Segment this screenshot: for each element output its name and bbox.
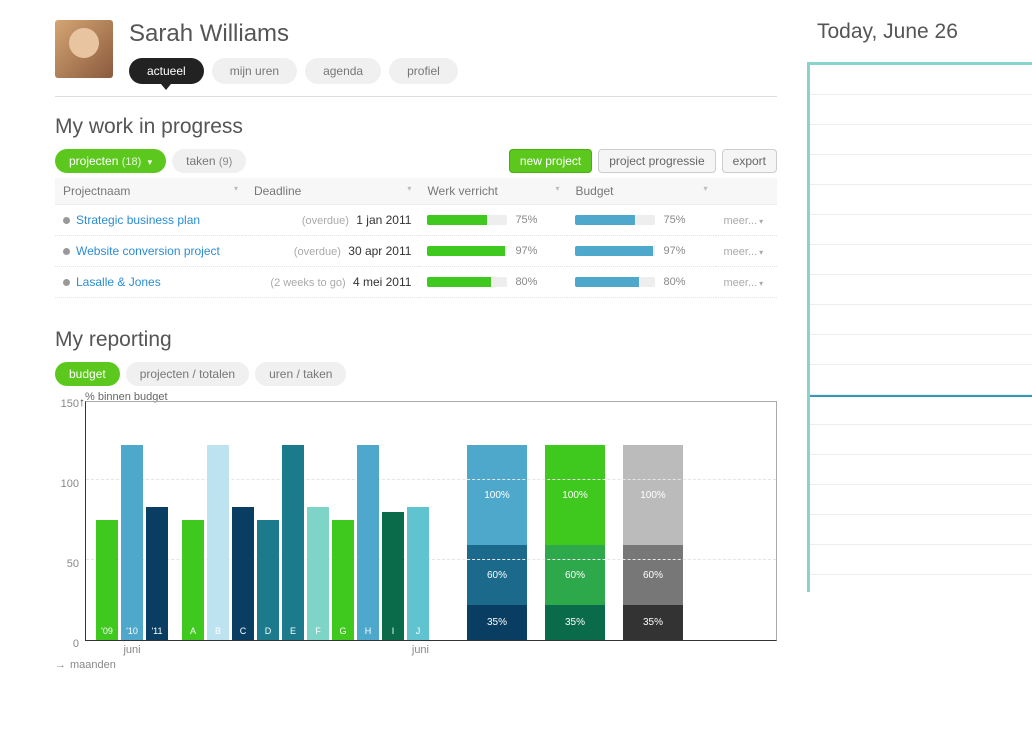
status-dot (63, 279, 70, 286)
table-row: Website conversion project(overdue) 30 a… (55, 236, 777, 267)
btn-export[interactable]: export (722, 149, 777, 173)
x-axis-label: →maanden (55, 659, 777, 671)
stacked-bar: 100%60%35% (467, 445, 527, 640)
calendar-row[interactable] (810, 275, 1032, 305)
report-pill-budget[interactable]: budget (55, 362, 120, 386)
col-Deadline[interactable]: Deadline ▾ (246, 178, 419, 205)
projects-table: Projectnaam ▾Deadline ▾Werk verricht ▾Bu… (55, 178, 777, 298)
calendar[interactable] (807, 62, 1032, 592)
more-link[interactable]: meer...▾ (724, 215, 764, 227)
avatar[interactable] (55, 20, 113, 78)
pill-taken[interactable]: taken (9) (172, 149, 246, 173)
stacked-bar: 100%60%35% (623, 445, 683, 640)
calendar-row[interactable] (810, 155, 1032, 185)
btn-project-progressie[interactable]: project progressie (598, 149, 715, 173)
chart-bar: I (382, 512, 404, 640)
chart-bar: '11 (146, 507, 168, 640)
calendar-row[interactable] (810, 455, 1032, 485)
calendar-row[interactable] (810, 335, 1032, 365)
chart-bar: '10 (121, 445, 143, 640)
chart-bar: C (232, 507, 254, 640)
tab-actueel[interactable]: actueel (129, 58, 204, 84)
calendar-row[interactable] (810, 425, 1032, 455)
stacked-bar: 100%60%35% (545, 445, 605, 640)
calendar-row[interactable] (810, 215, 1032, 245)
more-link[interactable]: meer...▾ (724, 277, 764, 289)
more-link[interactable]: meer...▾ (724, 246, 764, 258)
btn-new-project[interactable]: new project (509, 149, 592, 173)
calendar-row[interactable] (810, 305, 1032, 335)
chart-bar: A (182, 520, 204, 640)
chart-bar: J (407, 507, 429, 640)
calendar-row[interactable] (810, 545, 1032, 575)
chart-bar: H (357, 445, 379, 640)
calendar-row[interactable] (810, 485, 1032, 515)
project-link[interactable]: Strategic business plan (76, 213, 200, 227)
budget-chart: ↑ % binnen budget 050100150 '09'10'11jun… (55, 401, 777, 671)
col-Werk verricht[interactable]: Werk verricht ▾ (419, 178, 567, 205)
calendar-row[interactable] (810, 245, 1032, 275)
tab-mijn-uren[interactable]: mijn uren (212, 58, 297, 84)
chart-bar: B (207, 445, 229, 640)
table-row: Strategic business plan(overdue) 1 jan 2… (55, 205, 777, 236)
calendar-row[interactable] (810, 395, 1032, 425)
col-Projectnaam[interactable]: Projectnaam ▾ (55, 178, 246, 205)
chart-bar: G (332, 520, 354, 640)
user-name: Sarah Williams (129, 20, 777, 48)
nav-tabs: actueel mijn uren agenda profiel (129, 58, 777, 84)
header: Sarah Williams actueel mijn uren agenda pro… (55, 20, 777, 84)
report-pill-projecten-totalen[interactable]: projecten / totalen (126, 362, 249, 386)
calendar-row[interactable] (810, 95, 1032, 125)
tab-profiel[interactable]: profiel (389, 58, 458, 84)
chart-bar: F (307, 507, 329, 640)
chart-bar: '09 (96, 520, 118, 640)
project-link[interactable]: Lasalle & Jones (76, 275, 161, 289)
tab-agenda[interactable]: agenda (305, 58, 381, 84)
calendar-now-line (810, 395, 1032, 397)
reporting-title: My reporting (55, 328, 777, 352)
status-dot (63, 248, 70, 255)
report-pill-uren-taken[interactable]: uren / taken (255, 362, 346, 386)
calendar-row[interactable] (810, 365, 1032, 395)
today-title: Today, June 26 (817, 20, 1032, 44)
calendar-row[interactable] (810, 125, 1032, 155)
pill-projecten[interactable]: projecten (18) ▾ (55, 149, 166, 173)
col-Budget[interactable]: Budget ▾ (567, 178, 715, 205)
calendar-row[interactable] (810, 65, 1032, 95)
work-pill-row: projecten (18) ▾taken (9) new projectpro… (55, 153, 777, 168)
status-dot (63, 217, 70, 224)
project-link[interactable]: Website conversion project (76, 244, 220, 258)
calendar-row[interactable] (810, 185, 1032, 215)
calendar-row[interactable] (810, 515, 1032, 545)
table-row: Lasalle & Jones(2 weeks to go) 4 mei 201… (55, 267, 777, 298)
work-section-title: My work in progress (55, 115, 777, 139)
chart-bar: D (257, 520, 279, 640)
col-actions[interactable] (716, 178, 778, 205)
reporting-pill-row: budgetprojecten / totalenuren / taken (55, 366, 777, 381)
header-rule (55, 96, 777, 97)
chart-bar: E (282, 445, 304, 640)
